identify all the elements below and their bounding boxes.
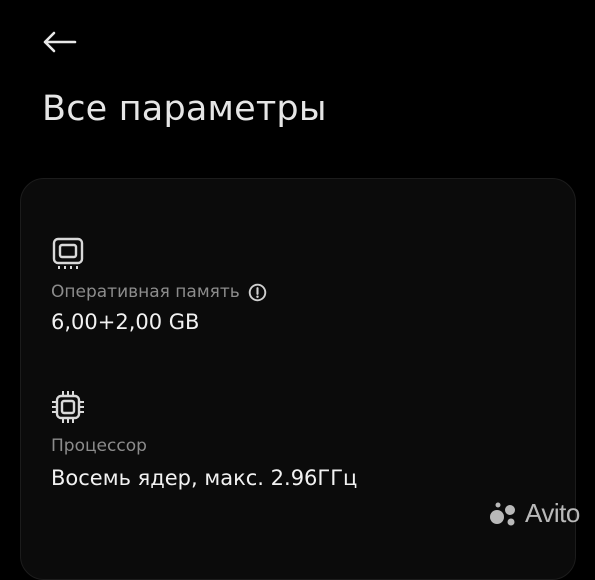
ram-label-row: Оперативная память — [51, 282, 267, 302]
page-title: Все параметры — [42, 89, 327, 129]
info-circle-icon[interactable] — [248, 283, 267, 302]
spec-item-cpu[interactable]: Процессор Восемь ядер, макс. 2.96ГГц — [51, 390, 471, 500]
ram-value: 6,00+2,00 GB — [51, 310, 200, 334]
back-button[interactable] — [38, 22, 80, 62]
spec-item-ram[interactable]: Оперативная память 6,00+2,00 GB — [51, 236, 451, 346]
avito-logo-icon — [490, 502, 515, 525]
processor-icon — [52, 391, 84, 423]
avito-watermark: Avito — [489, 498, 580, 529]
arrow-left-icon — [43, 31, 77, 53]
ram-label: Оперативная память — [51, 282, 240, 302]
watermark-text: Avito — [525, 498, 580, 528]
cpu-value: Восемь ядер, макс. 2.96ГГц — [51, 466, 358, 490]
cpu-label: Процессор — [51, 436, 147, 456]
ram-chip-icon — [52, 237, 84, 269]
